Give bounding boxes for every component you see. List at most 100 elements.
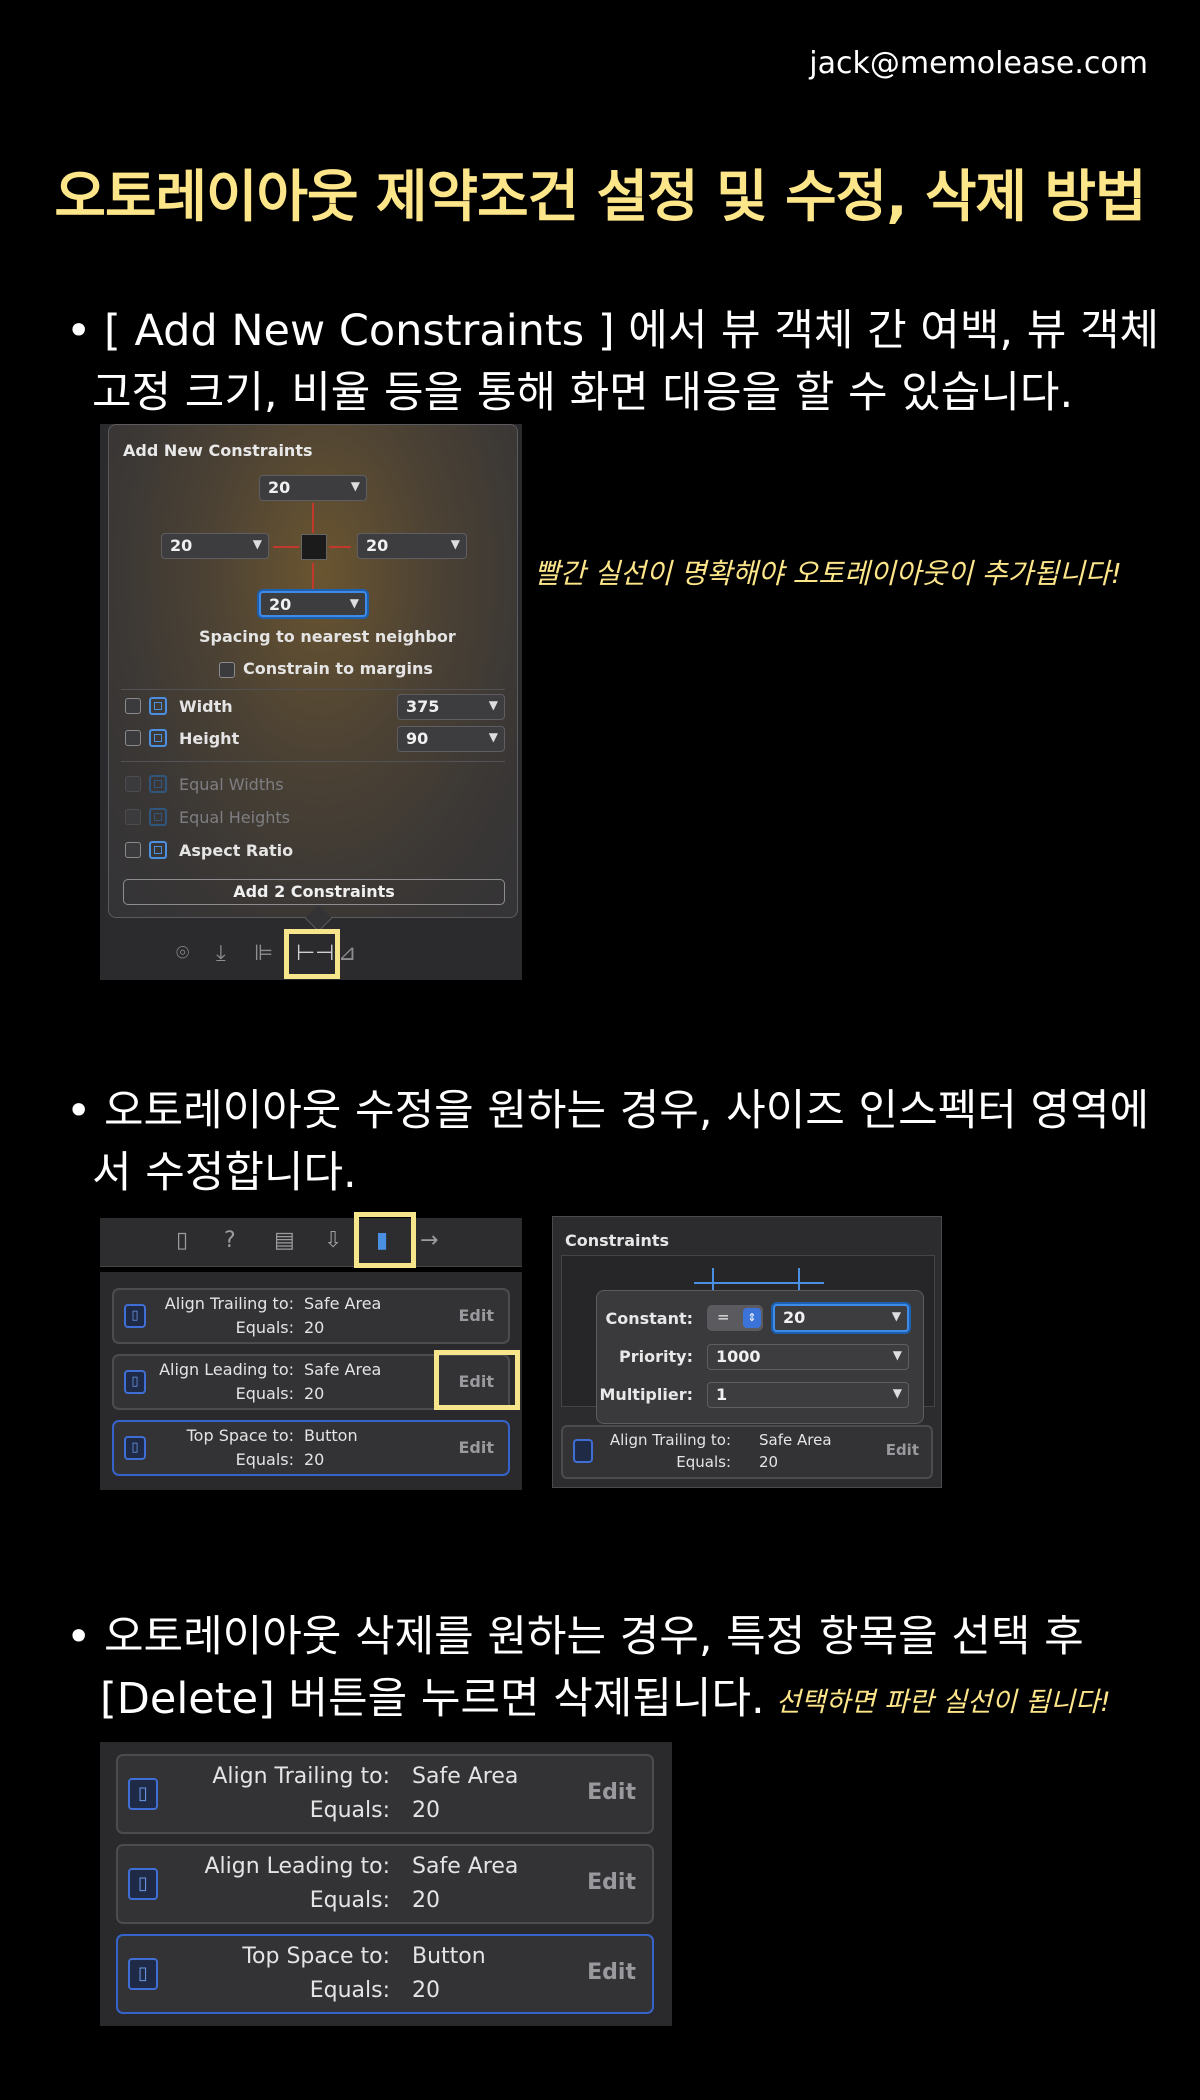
section1-line1: [ Add New Constraints ] 에서 뷰 객체 간 여백, 뷰 … [104,306,1160,356]
equal-widths-checkbox[interactable] [125,776,141,792]
multiplier-label: Multiplier: [599,1385,694,1404]
connections-inspector-icon[interactable]: → [420,1228,438,1253]
trailing-icon: ▯ [128,1778,158,1810]
align-icon[interactable]: ⊫ [254,942,273,966]
equal-heights-checkbox[interactable] [125,809,141,825]
right-spacing-value: 20 [366,536,389,555]
chevron-down-icon: ▼ [891,1309,901,1323]
list-item[interactable]: ▯ Align Trailing to: Safe Area Equals: 2… [112,1288,510,1344]
priority-label: Priority: [619,1347,693,1366]
constraint-key: Align Trailing to: [609,1431,731,1449]
page-title: 오토레이아웃 제약조건 설정 및 수정, 삭제 방법 [54,165,1146,230]
priority-value: 1000 [716,1347,761,1366]
width-dropdown[interactable]: 375 ▼ [397,694,505,720]
leading-icon: ▯ [128,1868,158,1900]
edit-button[interactable]: Edit [587,1960,636,1985]
list-item[interactable]: ▯ Align Leading to: Safe Area Equals: 20… [116,1844,654,1924]
right-strut[interactable] [329,546,351,548]
constraints-header: Constraints [565,1231,670,1250]
bullet-dot: • [66,306,92,356]
relation-stepper[interactable]: = ⇕ [707,1305,763,1331]
list-item[interactable]: ▯ Align Trailing to: Safe Area Equals: 2… [116,1754,654,1834]
constrain-margins-checkbox[interactable] [219,662,235,678]
constraint-value: Safe Area [412,1764,519,1789]
constraint-value: Button [412,1944,486,1969]
list-item[interactable]: ▯ Top Space to: Button Equals: 20 Edit [116,1934,654,2014]
list-item[interactable]: Align Trailing to: Safe Area Equals: 20 … [561,1425,933,1479]
height-icon [149,729,167,747]
aspect-ratio-icon [149,841,167,859]
trailing-icon: ▯ [124,1304,146,1328]
constraint-key: Align Trailing to: [164,1294,294,1313]
highlight-box [354,1212,416,1268]
attributes-inspector-icon[interactable]: ⇩ [324,1228,342,1253]
constraint-value: Safe Area [304,1360,382,1379]
edit-button[interactable]: Edit [587,1870,636,1895]
constraints-popover: Add New Constraints 20 ▼ 20 ▼ 20 ▼ 20 ▼ Spac… [108,424,518,932]
chevron-down-icon: ▼ [892,1386,902,1400]
height-checkbox[interactable] [125,730,141,746]
resolve-issues-icon[interactable]: ⊿ [338,942,356,966]
constraint-value: Safe Area [412,1854,519,1879]
list-item[interactable]: ▯ Top Space to: Button Equals: 20 Edit [112,1420,510,1476]
equals-value: 20 [412,1798,440,1823]
equals-key: Equals: [235,1450,294,1469]
right-spacing-dropdown[interactable]: 20 ▼ [357,533,467,559]
width-icon [149,697,167,715]
equals-value: 20 [412,1888,440,1913]
constraint-list-large: ▯ Align Trailing to: Safe Area Equals: 2… [100,1742,672,2026]
chevron-down-icon: ▼ [349,596,359,610]
constant-label: Constant: [605,1309,693,1328]
left-spacing-dropdown[interactable]: 20 ▼ [161,533,269,559]
edit-button[interactable]: Edit [886,1441,919,1459]
divider [121,689,505,690]
equals-value: 20 [759,1453,779,1471]
constraint-value: Button [304,1426,358,1445]
top-spacing-dropdown[interactable]: 20 ▼ [259,475,367,501]
top-space-icon: ▯ [128,1958,158,1990]
section1-note: 빨간 실선이 명확해야 오토레이아웃이 추가됩니다! [534,557,1122,590]
multiplier-dropdown[interactable]: 1 ▼ [707,1382,909,1408]
width-label: Width [179,697,233,716]
update-frames-icon[interactable]: ⌾ [176,942,189,966]
bottom-spacing-dropdown[interactable]: 20 ▼ [259,591,367,617]
height-dropdown[interactable]: 90 ▼ [397,726,505,752]
popover-title: Add New Constraints [123,441,313,460]
divider [121,761,505,762]
section1-text: • [ Add New Constraints ] 에서 뷰 객체 간 여백, … [66,300,1160,424]
help-inspector-icon[interactable]: ? [224,1228,236,1253]
equals-value: 20 [412,1978,440,2003]
aspect-ratio-checkbox[interactable] [125,842,141,858]
edit-button[interactable]: Edit [458,1438,494,1457]
bottom-strut[interactable] [312,563,314,591]
constant-value: 20 [783,1308,806,1327]
constrain-margins-label: Constrain to margins [243,659,433,678]
left-strut[interactable] [273,546,299,548]
chevron-down-icon: ▼ [488,698,498,712]
equals-key: Equals: [309,1798,390,1823]
constraint-value: Safe Area [304,1294,382,1313]
chevron-down-icon: ▼ [488,730,498,744]
file-inspector-icon[interactable]: ▯ [176,1228,188,1253]
author-email: jack@memolease.com [809,46,1148,81]
top-strut[interactable] [312,503,314,533]
add-constraints-button[interactable]: Add 2 Constraints [123,879,505,905]
constraint-value: Safe Area [759,1431,832,1449]
multiplier-value: 1 [716,1385,728,1404]
section2-line2: 서 수정합니다. [92,1148,357,1198]
constant-field[interactable]: 20 ▼ [773,1304,909,1332]
equals-key: Equals: [235,1318,294,1337]
priority-dropdown[interactable]: 1000 ▼ [707,1344,909,1370]
width-checkbox[interactable] [125,698,141,714]
edit-button[interactable]: Edit [458,1306,494,1325]
bullet-dot: • [66,1612,92,1662]
height-label: Height [179,729,240,748]
equals-key: Equals: [676,1453,731,1471]
stepper-arrows-icon: ⇕ [743,1308,761,1328]
equals-value: 20 [304,1318,325,1337]
embed-in-icon[interactable]: ⤓ [216,942,226,966]
edit-button[interactable]: Edit [587,1780,636,1805]
chevron-down-icon: ▼ [892,1348,902,1362]
view-placeholder-box [301,534,327,560]
identity-inspector-icon[interactable]: ▤ [274,1228,295,1253]
